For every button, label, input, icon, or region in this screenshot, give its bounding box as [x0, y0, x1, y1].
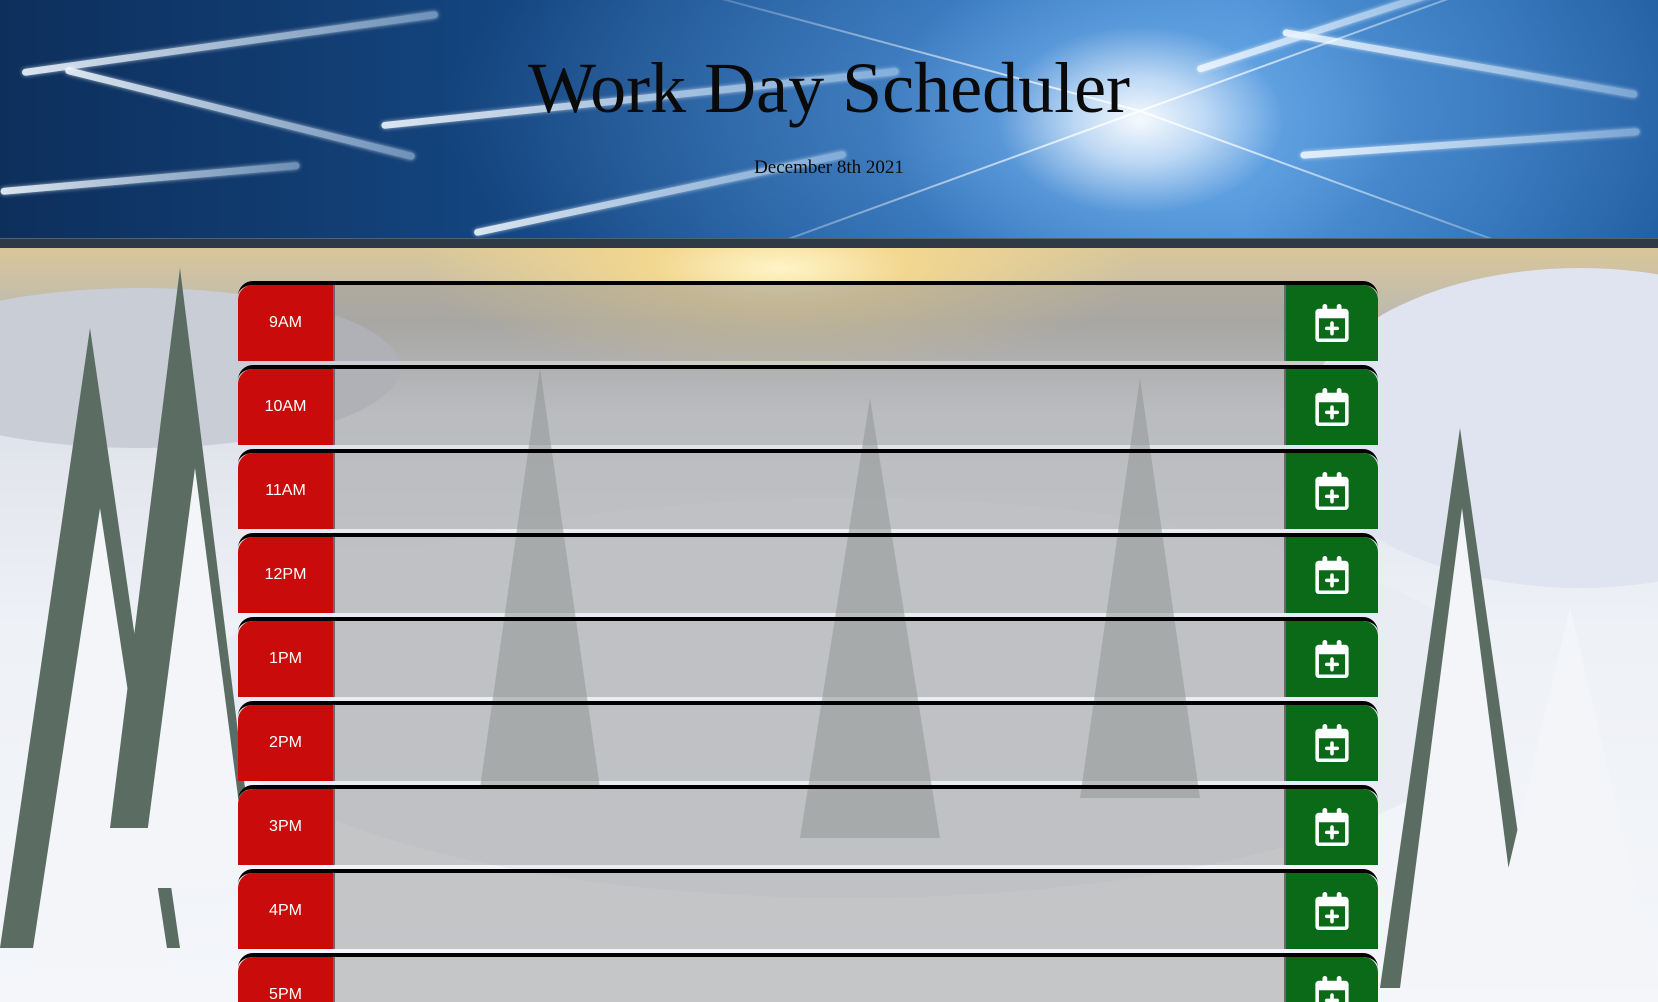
calendar-plus-icon	[1315, 556, 1349, 594]
page-title: Work Day Scheduler	[527, 48, 1130, 128]
calendar-plus-icon	[1315, 808, 1349, 846]
hour-label: 12PM	[238, 537, 333, 613]
time-block-4pm: 4PM	[238, 869, 1378, 953]
save-button-2pm[interactable]	[1286, 705, 1378, 781]
calendar-plus-icon	[1315, 304, 1349, 342]
description-input-9am[interactable]	[333, 285, 1286, 361]
current-date: December 8th 2021	[754, 157, 904, 178]
time-block-11am: 11AM	[238, 449, 1378, 533]
calendar-plus-icon	[1315, 892, 1349, 930]
time-block-2pm: 2PM	[238, 701, 1378, 785]
description-input-3pm[interactable]	[333, 789, 1286, 865]
description-input-12pm[interactable]	[333, 537, 1286, 613]
time-block-9am: 9AM	[238, 281, 1378, 365]
save-button-5pm[interactable]	[1286, 957, 1378, 1002]
hour-label: 4PM	[238, 873, 333, 949]
hour-label: 10AM	[238, 369, 333, 445]
time-block-3pm: 3PM	[238, 785, 1378, 869]
save-button-12pm[interactable]	[1286, 537, 1378, 613]
header: Work Day Scheduler December 8th 2021	[0, 0, 1658, 238]
description-input-1pm[interactable]	[333, 621, 1286, 697]
calendar-plus-icon	[1315, 388, 1349, 426]
snowy-pine-tree	[140, 468, 250, 888]
hour-label: 2PM	[238, 705, 333, 781]
save-button-10am[interactable]	[1286, 369, 1378, 445]
calendar-plus-icon	[1315, 472, 1349, 510]
save-button-11am[interactable]	[1286, 453, 1378, 529]
frost-branch	[1300, 128, 1640, 159]
hour-label: 3PM	[238, 789, 333, 865]
description-input-2pm[interactable]	[333, 705, 1286, 781]
time-block-1pm: 1PM	[238, 617, 1378, 701]
save-button-9am[interactable]	[1286, 285, 1378, 361]
save-button-3pm[interactable]	[1286, 789, 1378, 865]
description-input-5pm[interactable]	[333, 957, 1286, 1002]
time-block-12pm: 12PM	[238, 533, 1378, 617]
save-button-4pm[interactable]	[1286, 873, 1378, 949]
calendar-plus-icon	[1315, 640, 1349, 678]
hour-label: 1PM	[238, 621, 333, 697]
description-input-10am[interactable]	[333, 369, 1286, 445]
hour-label: 11AM	[238, 453, 333, 529]
time-block-5pm: 5PM	[238, 953, 1378, 1002]
snowy-pine-tree	[1480, 608, 1658, 988]
hour-label: 9AM	[238, 285, 333, 361]
description-input-4pm[interactable]	[333, 873, 1286, 949]
description-input-11am[interactable]	[333, 453, 1286, 529]
save-button-1pm[interactable]	[1286, 621, 1378, 697]
schedule-container: 9AM 10AM 11AM 12PM 1PM 2PM 3PM 4PM 5PM	[238, 281, 1378, 1002]
calendar-plus-icon	[1315, 724, 1349, 762]
hour-label: 5PM	[238, 957, 333, 1002]
time-block-list: 9AM 10AM 11AM 12PM 1PM 2PM 3PM 4PM 5PM	[238, 281, 1378, 1002]
time-block-10am: 10AM	[238, 365, 1378, 449]
calendar-plus-icon	[1315, 976, 1349, 1002]
